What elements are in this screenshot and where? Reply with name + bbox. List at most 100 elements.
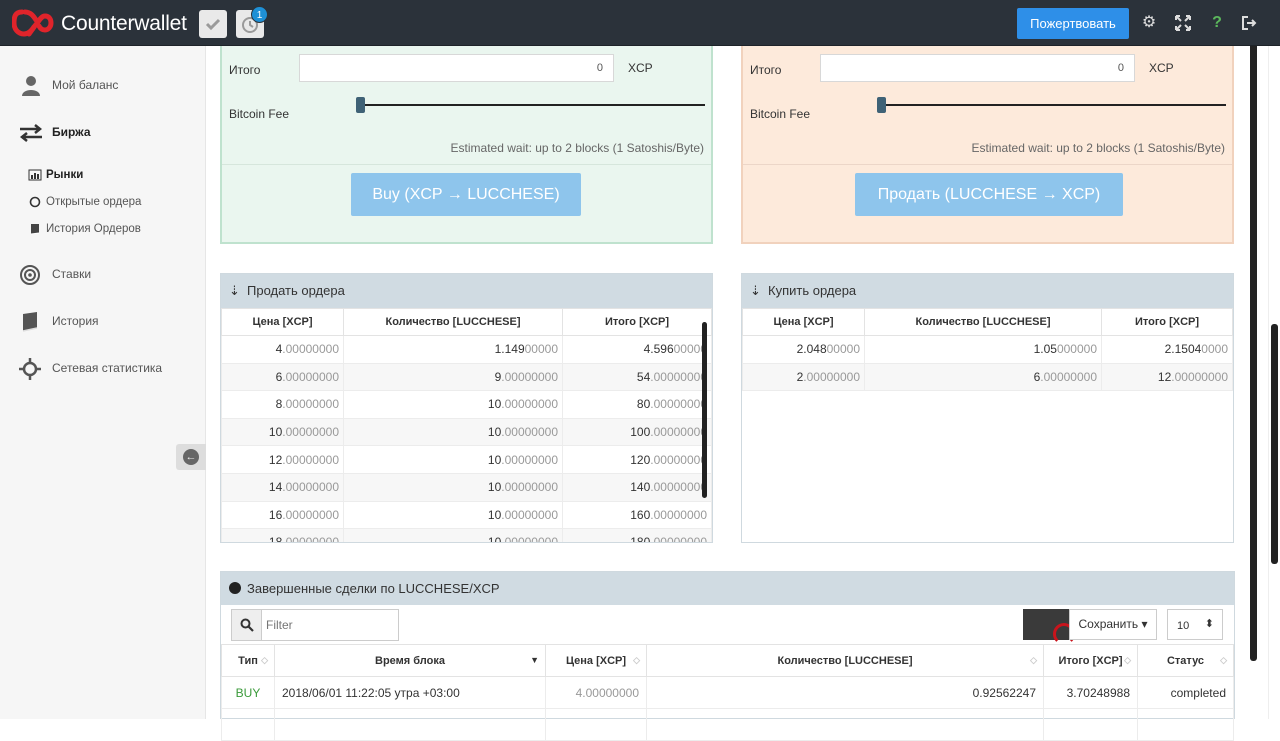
table-cell: 4.00000000 (221, 335, 344, 364)
divider (222, 164, 711, 165)
counterwallet-logo[interactable] (12, 8, 56, 38)
table-cell: 54.00000000 (562, 362, 712, 392)
sidebar-item-network-stats[interactable]: Сетевая статистика (0, 349, 205, 389)
sidebar-item-exchange[interactable]: Биржа (0, 113, 205, 153)
buy-orders-table: Цена [XCP] Количество [LUCCHESE] Итого [… (742, 308, 1233, 392)
table-cell: 180.00000000 (562, 528, 712, 542)
column-header[interactable]: Итого [XCP] ◇ (1043, 644, 1138, 677)
column-header[interactable]: Тип ◇ (221, 644, 275, 677)
column-header[interactable]: Цена [XCP] ◇ (545, 644, 647, 677)
gear-icon[interactable]: ⚙ (1139, 13, 1159, 33)
check-icon[interactable] (199, 10, 227, 38)
sidebar-item-label: История (52, 314, 99, 328)
table-row[interactable] (221, 708, 1234, 741)
table-row[interactable]: BUY 2018/06/01 11:22:05 утра +03:00 4.00… (221, 676, 1234, 709)
buy-button[interactable]: Buy (XCP → LUCCHESE) (351, 173, 581, 216)
column-header[interactable]: Цена [XCP] (221, 308, 344, 336)
search-icon (232, 610, 262, 640)
table-cell: 1.05000000 (864, 335, 1102, 364)
table-cell: 10.00000000 (221, 417, 344, 447)
sort-icon: ◇ (633, 655, 640, 665)
export-image-thumbnail (1023, 609, 1075, 645)
filter-input[interactable] (266, 615, 391, 635)
sort-desc-icon: ⇣ (750, 283, 761, 298)
table-wrapper[interactable]: Цена [XCP] Количество [LUCCHESE] Итого [… (221, 308, 712, 542)
user-icon (18, 74, 44, 98)
save-dropdown-button[interactable]: Сохранить ▾ (1069, 609, 1157, 640)
table-row[interactable]: 16.00000000 10.00000000 160.00000000 (221, 500, 712, 530)
table-cell: 4.59600000 (562, 335, 712, 364)
fee-slider-track[interactable] (359, 104, 705, 106)
table-cell: 10.00000000 (343, 445, 563, 474)
sidebar-item-bets[interactable]: Ставки (0, 255, 205, 295)
column-header[interactable]: Количество [LUCCHESE] ◇ (646, 644, 1044, 677)
fee-slider-handle[interactable] (356, 97, 365, 113)
total-input[interactable]: 0 (299, 54, 614, 82)
crosshair-icon (18, 357, 44, 381)
column-header[interactable]: Количество [LUCCHESE] (864, 308, 1102, 336)
page-size-select[interactable]: 10 ⬍ (1167, 609, 1223, 640)
table-row[interactable]: 2.04800000 1.05000000 2.15040000 (742, 335, 1233, 364)
column-header[interactable]: Итого [XCP] (562, 308, 712, 336)
table-cell: 120.00000000 (562, 445, 712, 474)
sidebar-item-balance[interactable]: Мой баланс (0, 66, 205, 106)
table-cell: 16.00000000 (221, 500, 344, 530)
table-cell: 140.00000000 (562, 472, 712, 502)
collapse-sidebar-button[interactable]: ← (176, 444, 206, 470)
table-row[interactable]: 14.00000000 10.00000000 140.00000000 (221, 472, 712, 502)
page-size-value: 10 (1177, 620, 1190, 632)
panel-header: Завершенные сделки по LUCCHESE/XCP (221, 572, 1234, 605)
table-cell: 10.00000000 (343, 472, 563, 502)
page-scrollbar[interactable] (1268, 46, 1280, 719)
trades-table: Тип ◇ Время блока ▼ Цена [XCP] ◇ Количество… (221, 644, 1234, 741)
brand-name: Counterwallet (61, 12, 187, 35)
help-icon[interactable]: ? (1207, 13, 1227, 33)
block-time: 2018/06/01 11:22:05 утра +03:00 (274, 676, 546, 709)
fee-slider-handle[interactable] (877, 97, 886, 113)
sidebar-item-label: Биржа (52, 125, 91, 139)
sort-desc-icon: ⇣ (229, 283, 240, 298)
fullscreen-icon[interactable] (1173, 13, 1193, 33)
table-cell: 9.00000000 (343, 362, 563, 392)
buy-orders-panel: ⇣ Купить ордера Цена [XCP] Количество [LU… (741, 273, 1234, 543)
fee-label: Bitcoin Fee (229, 107, 290, 121)
panel-header: ⇣ Продать ордера (221, 274, 712, 308)
sell-button[interactable]: Продать (LUCCHESE → XCP) (855, 173, 1123, 216)
sidebar-item-history[interactable]: История (0, 302, 205, 342)
table-row[interactable]: 18.0000000010.00000000180.00000000 (221, 528, 712, 542)
scrollbar[interactable] (702, 322, 707, 498)
donate-button[interactable]: Пожертвовать (1017, 8, 1129, 39)
sidebar-subitem-label: История Ордеров (46, 223, 141, 235)
sell-orders-table: Цена [XCP] Количество [LUCCHESE] Итого [… (221, 308, 712, 542)
column-header[interactable]: Статус ◇ (1137, 644, 1234, 677)
panel-title: Завершенные сделки по LUCCHESE/XCP (247, 581, 500, 596)
content-scrollbar[interactable] (1250, 46, 1258, 719)
estimated-wait: Estimated wait: up to 2 blocks (1 Satosh… (450, 141, 704, 155)
trade-total: 3.70248988 (1043, 676, 1138, 709)
column-header[interactable]: Цена [XCP] (742, 308, 865, 336)
table-cell: 10.00000000 (343, 390, 563, 419)
logout-icon[interactable] (1239, 13, 1259, 33)
column-header[interactable]: Итого [XCP] (1101, 308, 1233, 336)
total-label: Итого (750, 63, 782, 77)
table-cell: 80.00000000 (562, 390, 712, 419)
panel-title: Купить ордера (768, 283, 857, 298)
fee-label: Bitcoin Fee (750, 107, 811, 121)
column-header[interactable]: Время блока ▼ (274, 644, 546, 677)
table-row[interactable]: 12.00000000 10.00000000 120.00000000 (221, 445, 712, 474)
table-row[interactable]: 8.00000000 10.00000000 80.00000000 (221, 390, 712, 419)
sort-icon: ◇ (1030, 655, 1037, 665)
table-row[interactable]: 6.00000000 9.00000000 54.00000000 (221, 362, 712, 392)
sidebar-subitem-label: Рынки (46, 169, 84, 181)
table-row[interactable]: 4.00000000 1.14900000 4.59600000 (221, 335, 712, 364)
table-row[interactable]: 10.00000000 10.00000000 100.00000000 (221, 417, 712, 447)
sidebar: Мой баланс Биржа Рынки Открытые ордера И… (0, 46, 206, 719)
table-cell: 160.00000000 (562, 500, 712, 530)
sort-down-icon: ▼ (530, 655, 539, 665)
column-header[interactable]: Количество [LUCCHESE] (343, 308, 563, 336)
book-icon (28, 222, 42, 236)
total-input[interactable]: 0 (820, 54, 1135, 82)
sidebar-subitem-label: Открытые ордера (46, 196, 142, 208)
fee-slider-track[interactable] (880, 104, 1226, 106)
table-row[interactable]: 2.00000000 6.00000000 12.00000000 (742, 362, 1233, 392)
